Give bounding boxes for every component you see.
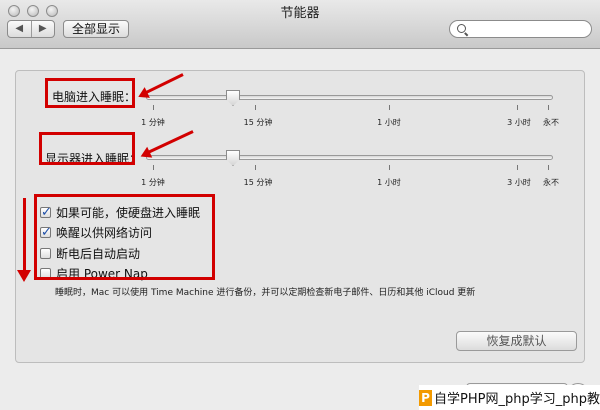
computer-sleep-tick (153, 105, 154, 110)
title-bar: 节能器 ◀ ▶ 全部显示 (0, 0, 600, 49)
computer-sleep-tick-label: 1 小时 (377, 118, 401, 127)
forward-icon[interactable]: ▶ (32, 21, 55, 37)
display-sleep-slider-track[interactable] (146, 155, 553, 160)
display-sleep-tick-label: 1 小时 (377, 178, 401, 187)
computer-sleep-tick (548, 105, 549, 110)
options-highlight-box (34, 194, 215, 280)
display-sleep-tick (548, 165, 549, 170)
display-sleep-tick-label: 永不 (543, 178, 559, 187)
display-sleep-tick-label: 1 分钟 (141, 178, 165, 187)
computer-sleep-tick (517, 105, 518, 110)
computer-sleep-tick-label: 15 分钟 (243, 118, 273, 127)
search-field[interactable] (449, 20, 592, 38)
computer-sleep-tick (389, 105, 390, 110)
watermark: P 自学PHP网_php学习_php教 (419, 385, 600, 410)
computer-sleep-highlight-box (45, 78, 135, 108)
display-sleep-tick (153, 165, 154, 170)
computer-sleep-tick-label: 1 分钟 (141, 118, 165, 127)
display-sleep-highlight-box (39, 132, 135, 165)
navigation-buttons[interactable]: ◀ ▶ (7, 20, 55, 38)
show-all-button[interactable]: 全部显示 (63, 20, 129, 38)
back-icon[interactable]: ◀ (8, 21, 32, 37)
display-sleep-tick (517, 165, 518, 170)
display-sleep-tick-label: 15 分钟 (243, 178, 273, 187)
energy-saver-window: 节能器 ◀ ▶ 全部显示 电脑进入睡眠： 1 分钟 15 分钟 1 小时 3 小… (0, 0, 600, 410)
window-title: 节能器 (280, 6, 320, 21)
display-sleep-tick (389, 165, 390, 170)
power-nap-description: 睡眠时，Mac 可以使用 Time Machine 进行备份，并可以定期检查新电… (55, 288, 476, 298)
search-icon (457, 24, 466, 33)
computer-sleep-tick-label: 永不 (543, 118, 559, 127)
computer-sleep-slider-track[interactable] (146, 95, 553, 100)
watermark-text: 自学PHP网_php学习_php教 (434, 392, 600, 407)
options-arrow-icon (17, 198, 31, 282)
display-sleep-tick-label: 3 小时 (507, 178, 531, 187)
computer-sleep-tick (255, 105, 256, 110)
restore-defaults-button[interactable]: 恢复成默认 (456, 331, 577, 351)
display-sleep-tick (255, 165, 256, 170)
computer-sleep-tick-label: 3 小时 (507, 118, 531, 127)
watermark-logo-icon: P (419, 389, 433, 406)
